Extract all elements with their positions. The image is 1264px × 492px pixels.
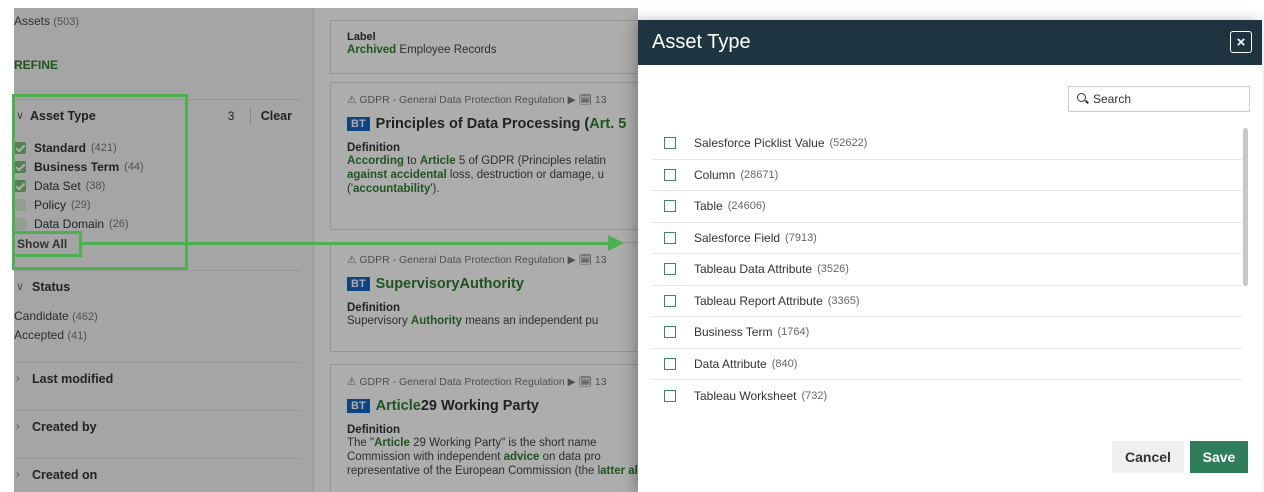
list-item-label: Tableau Report Attribute — [694, 293, 823, 308]
list-item[interactable]: Table (24606) — [652, 191, 1242, 223]
list-item-count: (7913) — [785, 231, 817, 244]
page: Assets (503) REFINE ∨ Asset Type 3 Clear… — [0, 0, 1264, 492]
checkbox[interactable] — [664, 231, 676, 244]
list-item-label: Business Term — [694, 325, 773, 340]
show-all-button[interactable]: Show All — [12, 231, 82, 257]
list-item[interactable]: Column (28671) — [652, 160, 1242, 191]
list-item-count: (24606) — [727, 200, 766, 213]
list-item-count: (3365) — [827, 294, 860, 307]
close-icon[interactable]: × — [1230, 31, 1252, 53]
list-item-label: Salesforce Picklist Value — [694, 136, 825, 151]
list-item-label: Data Attribute — [694, 356, 767, 371]
list-item-label: Tableau Data Attribute — [694, 262, 813, 277]
checkbox[interactable] — [664, 389, 676, 402]
checkbox[interactable] — [664, 200, 676, 213]
cancel-button[interactable]: Cancel — [1112, 441, 1184, 473]
list-item-count: (52622) — [829, 137, 868, 150]
list-item-label: Tableau Worksheet — [694, 388, 797, 403]
checkbox[interactable] — [664, 137, 676, 150]
list-item[interactable]: Tableau Worksheet (732) — [652, 380, 1242, 412]
list-item-count: (840) — [771, 357, 798, 370]
list-item[interactable]: Business Term (1764) — [652, 317, 1242, 349]
checkbox[interactable] — [664, 357, 676, 370]
checkbox[interactable] — [664, 168, 676, 181]
search-box[interactable] — [1068, 86, 1250, 112]
list-item[interactable]: Salesforce Picklist Value (52622) — [652, 128, 1242, 160]
dialog-title: Asset Type — [652, 31, 751, 53]
asset-type-dialog: Asset Type × Salesforce Picklist Value (5… — [638, 20, 1262, 492]
annotation-arrow-line — [82, 242, 612, 245]
list-item-count: (732) — [801, 389, 828, 402]
save-button[interactable]: Save — [1190, 441, 1248, 473]
list-item-count: (1764) — [777, 326, 810, 339]
list-item-label: Table — [694, 199, 723, 214]
list-item-label: Column — [694, 167, 736, 182]
list-item-label: Salesforce Field — [694, 230, 781, 245]
search-icon — [1077, 93, 1089, 105]
asset-type-list: Salesforce Picklist Value (52622) Column (… — [652, 128, 1242, 412]
list-item[interactable]: Salesforce Field (7913) — [652, 223, 1242, 254]
list-item[interactable]: Tableau Data Attribute (3526) — [652, 254, 1242, 286]
dialog-header: Asset Type × — [638, 20, 1262, 65]
list-item-count: (28671) — [740, 168, 779, 181]
list-scrollbar[interactable] — [1243, 128, 1248, 286]
list-item[interactable]: Data Attribute (840) — [652, 349, 1242, 380]
checkbox[interactable] — [664, 326, 676, 339]
search-input[interactable] — [1093, 92, 1233, 106]
checkbox[interactable] — [664, 294, 676, 307]
annotation-arrow-head — [608, 235, 624, 251]
list-item-count: (3526) — [817, 263, 849, 276]
list-item[interactable]: Tableau Report Attribute (3365) — [652, 286, 1242, 317]
checkbox[interactable] — [664, 263, 676, 276]
